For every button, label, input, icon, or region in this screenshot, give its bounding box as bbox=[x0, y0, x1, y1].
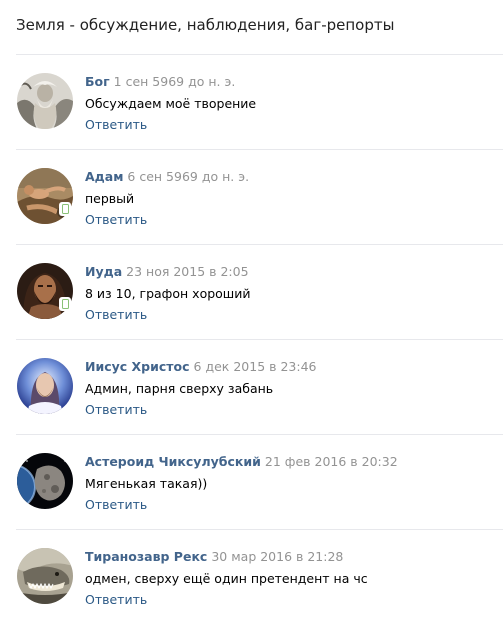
comment-meta: Иисус Христос 6 дек 2015 в 23:46 bbox=[85, 359, 499, 374]
trex-photo-icon bbox=[17, 548, 73, 604]
avatar[interactable] bbox=[17, 548, 73, 604]
comment-meta: Адам 6 сен 5969 до н. э. bbox=[85, 169, 499, 184]
comment-text: Админ, парня сверху забань bbox=[85, 381, 274, 396]
reply-link[interactable]: Ответить bbox=[85, 212, 147, 227]
author-link[interactable]: Тиранозавр Рекс bbox=[85, 549, 207, 564]
comment-body: Иисус Христос 6 дек 2015 в 23:46 Админ, п… bbox=[85, 359, 499, 418]
comment-meta: Тиранозавр Рекс 30 мар 2016 в 21:28 bbox=[85, 549, 499, 564]
author-link[interactable]: Адам bbox=[85, 169, 123, 184]
avatar[interactable] bbox=[17, 358, 73, 414]
comment-item: Тиранозавр Рекс 30 мар 2016 в 21:28 одмен… bbox=[16, 529, 503, 624]
jesus-portrait-icon bbox=[17, 358, 73, 414]
comment-body: Астероид Чиксулубский 21 фев 2016 в 20:32… bbox=[85, 454, 499, 513]
comment-date[interactable]: 30 мар 2016 в 21:28 bbox=[211, 549, 343, 564]
comment-text: одмен, сверху ещё один претендент на чс bbox=[85, 571, 368, 586]
comment-meta: Бог 1 сен 5969 до н. э. bbox=[85, 74, 499, 89]
comment-date[interactable]: 6 дек 2015 в 23:46 bbox=[194, 359, 317, 374]
author-link[interactable]: Астероид Чиксулубский bbox=[85, 454, 261, 469]
comment-text: Мягенькая такая)) bbox=[85, 476, 208, 491]
comment-text: 8 из 10, графон хороший bbox=[85, 286, 251, 301]
author-link[interactable]: Бог bbox=[85, 74, 110, 89]
avatar[interactable] bbox=[17, 73, 73, 129]
author-link[interactable]: Иисус Христос bbox=[85, 359, 190, 374]
comment-item: Иисус Христос 6 дек 2015 в 23:46 Админ, п… bbox=[16, 339, 503, 434]
comment-item: Адам 6 сен 5969 до н. э. первый Ответить bbox=[16, 149, 503, 244]
reply-link[interactable]: Ответить bbox=[85, 307, 147, 322]
comment-text: первый bbox=[85, 191, 135, 206]
comment-text: Обсуждаем моё творение bbox=[85, 96, 257, 111]
comment-date[interactable]: 23 ноя 2015 в 2:05 bbox=[126, 264, 248, 279]
comment-item: Астероид Чиксулубский 21 фев 2016 в 20:32… bbox=[16, 434, 503, 529]
mobile-indicator-icon bbox=[59, 297, 71, 311]
reply-link[interactable]: Ответить bbox=[85, 117, 147, 132]
topic-title: Земля - обсуждение, наблюдения, баг-репо… bbox=[16, 16, 395, 34]
comment-meta: Иуда 23 ноя 2015 в 2:05 bbox=[85, 264, 499, 279]
reply-link[interactable]: Ответить bbox=[85, 497, 147, 512]
avatar[interactable] bbox=[17, 453, 73, 509]
comment-body: Бог 1 сен 5969 до н. э. Обсуждаем моё тво… bbox=[85, 74, 499, 133]
author-link[interactable]: Иуда bbox=[85, 264, 122, 279]
god-portrait-icon bbox=[17, 73, 73, 129]
comment-date[interactable]: 6 сен 5969 до н. э. bbox=[127, 169, 249, 184]
comment-body: Адам 6 сен 5969 до н. э. первый Ответить bbox=[85, 169, 499, 228]
comment-body: Тиранозавр Рекс 30 мар 2016 в 21:28 одмен… bbox=[85, 549, 499, 608]
reply-link[interactable]: Ответить bbox=[85, 402, 147, 417]
comment-date[interactable]: 1 сен 5969 до н. э. bbox=[114, 74, 236, 89]
reply-link[interactable]: Ответить bbox=[85, 592, 147, 607]
comment-date[interactable]: 21 фев 2016 в 20:32 bbox=[265, 454, 398, 469]
comment-item: Бог 1 сен 5969 до н. э. Обсуждаем моё тво… bbox=[16, 54, 503, 149]
comment-body: Иуда 23 ноя 2015 в 2:05 8 из 10, графон х… bbox=[85, 264, 499, 323]
comment-list: Бог 1 сен 5969 до н. э. Обсуждаем моё тво… bbox=[16, 54, 503, 624]
comment-item: Иуда 23 ноя 2015 в 2:05 8 из 10, графон х… bbox=[16, 244, 503, 339]
comment-meta: Астероид Чиксулубский 21 фев 2016 в 20:32 bbox=[85, 454, 499, 469]
mobile-indicator-icon bbox=[59, 202, 71, 216]
asteroid-photo-icon bbox=[17, 453, 73, 509]
